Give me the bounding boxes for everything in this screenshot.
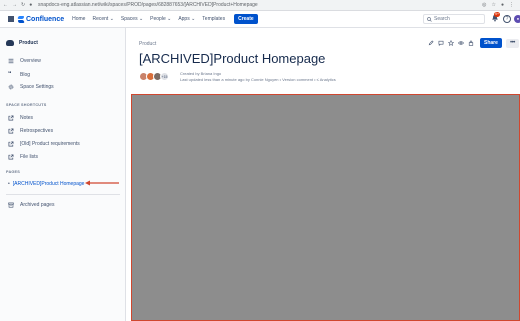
- profile-icon[interactable]: ●: [501, 2, 504, 8]
- sidebar-item-label: Space Settings: [20, 84, 54, 90]
- page-actions: Share •••: [428, 38, 519, 48]
- breadcrumb[interactable]: Product: [139, 41, 156, 47]
- page-content-placeholder: [131, 94, 520, 321]
- nav-apps[interactable]: Apps ⌄: [178, 16, 195, 22]
- pages-heading: PAGES: [6, 170, 21, 174]
- avatar-overflow-count: +15: [160, 72, 169, 81]
- top-navigation: Confluence Home Recent ⌄ Spaces ⌄ People…: [0, 11, 520, 28]
- sidebar-item-label: Archived pages: [20, 202, 55, 208]
- external-link-icon: [8, 128, 14, 134]
- comment-icon[interactable]: [438, 40, 444, 46]
- notifications-button[interactable]: 9+: [491, 12, 500, 23]
- page-tree-label: [ARCHIVED]Product Homepage: [12, 181, 85, 187]
- shortcut-notes[interactable]: Notes: [8, 115, 33, 121]
- space-header[interactable]: Product: [6, 40, 38, 46]
- sidebar-item-space-settings[interactable]: Space Settings: [8, 84, 54, 90]
- sidebar-item-label: Overview: [20, 58, 41, 64]
- sidebar: Product Overview “ Blog Space Settings S…: [0, 28, 126, 321]
- confluence-logo-icon: [18, 16, 24, 22]
- search-input[interactable]: Search: [423, 14, 485, 24]
- browser-bar: ← → ↻ ● snapdocs-eng.atlassian.net/wiki/…: [0, 0, 520, 11]
- browser-actions: ◎ ☆ ● ⋮: [482, 2, 520, 8]
- sidebar-divider: [6, 194, 120, 195]
- bullet-icon: •: [8, 181, 10, 187]
- shortcut-label: Retrospectives: [20, 128, 54, 134]
- shortcuts-heading: SPACE SHORTCUTS: [6, 103, 47, 107]
- quote-icon: “: [8, 71, 12, 78]
- star-icon[interactable]: ☆: [491, 2, 495, 8]
- list-icon: [8, 58, 14, 64]
- top-nav-icons: 9+ ? ●: [491, 12, 520, 23]
- restrictions-icon[interactable]: [468, 40, 474, 46]
- notification-badge: 9+: [494, 12, 500, 17]
- star-icon[interactable]: [448, 40, 454, 46]
- external-link-icon: [8, 115, 14, 121]
- shortcut-old-product-requirements[interactable]: [Old] Product requirements: [8, 141, 80, 147]
- edit-icon[interactable]: [428, 40, 434, 46]
- back-icon[interactable]: ←: [3, 2, 8, 8]
- browser-nav: ← → ↻ ●: [0, 1, 38, 8]
- product-name: Confluence: [26, 15, 65, 23]
- shortcut-retrospectives[interactable]: Retrospectives: [8, 128, 53, 134]
- sidebar-item-blog[interactable]: “ Blog: [8, 71, 30, 78]
- nav-people[interactable]: People ⌄: [150, 16, 171, 22]
- share-button[interactable]: Share: [480, 38, 502, 48]
- external-link-icon: [8, 141, 14, 147]
- reload-icon[interactable]: ↻: [21, 2, 25, 8]
- shortcut-file-lists[interactable]: File lists: [8, 154, 38, 160]
- external-link-icon: [8, 154, 14, 160]
- space-icon: [6, 40, 14, 46]
- confluence-logo[interactable]: Confluence: [18, 16, 64, 23]
- space-name: Product: [19, 40, 38, 46]
- app-switcher-icon[interactable]: [8, 16, 14, 22]
- sidebar-item-overview[interactable]: Overview: [8, 58, 41, 64]
- create-button[interactable]: Create: [234, 14, 258, 24]
- address-bar[interactable]: snapdocs-eng.atlassian.net/wiki/spaces/P…: [38, 2, 482, 8]
- sidebar-item-label: Blog: [20, 71, 31, 78]
- page-title: [ARCHIVED]Product Homepage: [139, 51, 326, 66]
- avatar[interactable]: ●: [514, 14, 520, 23]
- shortcut-label: File lists: [20, 154, 39, 160]
- page-metadata: Created by Briana Ingo Last updated less…: [180, 71, 336, 82]
- nav-templates[interactable]: Templates: [202, 16, 225, 22]
- search-placeholder: Search: [434, 16, 450, 22]
- annotation-arrow: [85, 180, 119, 186]
- archive-icon: [8, 202, 14, 208]
- search-icon: [427, 16, 432, 22]
- forward-icon[interactable]: →: [12, 2, 17, 8]
- more-actions-button[interactable]: •••: [505, 38, 519, 48]
- page-tree-item-current[interactable]: • [ARCHIVED]Product Homepage: [8, 181, 84, 187]
- gear-icon: [8, 84, 14, 90]
- help-icon[interactable]: ?: [503, 14, 511, 23]
- shortcut-label: [Old] Product requirements: [20, 141, 80, 147]
- nav-home[interactable]: Home: [72, 16, 85, 22]
- menu-icon[interactable]: ⋮: [509, 2, 514, 8]
- last-updated: Last updated less than a minute ago by C…: [180, 76, 336, 82]
- watch-icon[interactable]: [458, 40, 464, 46]
- contributor-avatars[interactable]: +15: [139, 72, 169, 81]
- extension-icon[interactable]: ◎: [482, 2, 486, 8]
- sidebar-item-archived-pages[interactable]: Archived pages: [8, 202, 54, 208]
- lock-icon: ●: [29, 1, 33, 8]
- nav-recent[interactable]: Recent ⌄: [92, 16, 113, 22]
- shortcut-label: Notes: [20, 115, 34, 121]
- nav-spaces[interactable]: Spaces ⌄: [121, 16, 143, 22]
